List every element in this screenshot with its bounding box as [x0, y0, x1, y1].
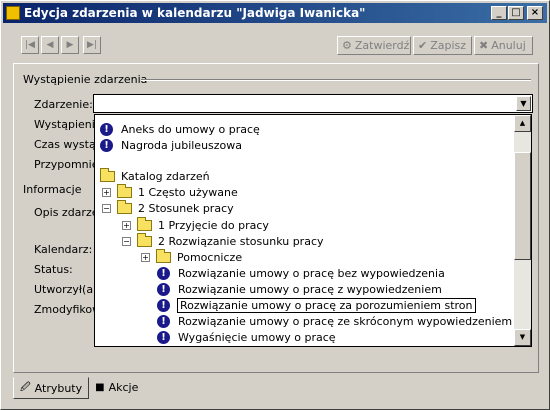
list-item[interactable]: ! Wygaśnięcie umowy o pracę: [157, 329, 336, 345]
event-label: Zdarzenie:: [34, 98, 93, 111]
time-label: Czas wystąp: [34, 138, 103, 151]
folder-icon: [117, 199, 132, 214]
list-item-label: Rozwiązanie umowy o pracę ze skróconym w…: [178, 314, 513, 328]
scroll-up-icon[interactable]: ▲: [514, 115, 531, 132]
list-item-label: Rozwiązanie umowy o pracę bez wypowiedze…: [178, 266, 445, 280]
window: Edycja zdarzenia w kalendarzu "Jadwiga I…: [0, 0, 550, 410]
list-item-label: Rozwiązanie umowy o pracę z wypowiedzeni…: [178, 282, 442, 296]
list-item-selected[interactable]: ! Rozwiązanie umowy o pracę za porozumie…: [157, 297, 476, 313]
check-icon: ✔: [418, 39, 428, 52]
list-item[interactable]: ! Aneks do umowy o pracę: [100, 121, 260, 137]
list-item-label: Rozwiązanie umowy o pracę za porozumieni…: [177, 297, 476, 313]
section-divider: [141, 79, 531, 81]
bottom-tabs: 🖉 Atrybuty ■ Akcje: [13, 377, 145, 399]
last-record-button[interactable]: ▶|: [83, 36, 101, 54]
tab-actions-label: Akcje: [108, 381, 139, 394]
tree-node-label: 1 Przyjęcie do pracy: [158, 218, 269, 232]
dropdown-scrollbar[interactable]: ▲ ▼: [514, 115, 531, 346]
list-item[interactable]: ! Rozwiązanie umowy o pracę z wypowiedze…: [157, 281, 442, 297]
scroll-down-icon[interactable]: ▼: [514, 329, 531, 346]
tree-node-label: Pomocnicze: [177, 250, 243, 264]
event-icon: !: [100, 122, 113, 136]
list-item-label: Wygaśnięcie umowy o pracę: [178, 330, 336, 344]
tab-attributes[interactable]: 🖉 Atrybuty: [13, 377, 90, 399]
minimize-button[interactable]: _: [491, 6, 507, 20]
list-item[interactable]: ! Nagroda jubileuszowa: [100, 137, 242, 153]
occurrence-label: Wystąpienie: [34, 118, 102, 131]
tree-node-helpers[interactable]: + Pomocnicze: [141, 248, 243, 265]
collapse-icon[interactable]: −: [102, 203, 111, 213]
prev-record-button[interactable]: ◀: [41, 36, 59, 54]
window-title: Edycja zdarzenia w kalendarzu "Jadwiga I…: [24, 6, 366, 20]
chevron-down-icon[interactable]: ▼: [516, 96, 531, 111]
tree-node-label: 2 Stosunek pracy: [138, 201, 234, 215]
event-icon: !: [100, 138, 113, 152]
tree-node-label: 2 Rozwiązanie stosunku pracy: [158, 234, 324, 248]
event-icon: !: [157, 266, 170, 280]
folder-icon: [117, 183, 132, 198]
event-dropdown-list[interactable]: ! Aneks do umowy o pracę ! Nagroda jubil…: [94, 114, 532, 347]
next-record-button[interactable]: ▶: [61, 36, 79, 54]
folder-icon: [156, 248, 171, 263]
event-icon: !: [157, 282, 170, 296]
close-button[interactable]: ×: [527, 6, 543, 20]
event-combo[interactable]: ▼: [93, 94, 533, 113]
section-info-title: Informacje: [23, 183, 82, 196]
tree-node-catalog[interactable]: Katalog zdarzeń: [100, 167, 210, 184]
event-icon: !: [157, 314, 170, 328]
tab-actions[interactable]: ■ Akcje: [89, 377, 145, 398]
first-record-button[interactable]: |◀: [21, 36, 39, 54]
expand-icon[interactable]: +: [102, 187, 111, 197]
confirm-icon: ⚙: [342, 39, 352, 52]
folder-icon: [137, 232, 152, 247]
tree-node-frequent[interactable]: + 1 Często używane: [102, 183, 238, 200]
tree-node-hiring[interactable]: + 1 Przyjęcie do pracy: [122, 216, 269, 233]
save-button[interactable]: ✔ Zapisz: [413, 36, 472, 55]
title-bar: Edycja zdarzenia w kalendarzu "Jadwiga I…: [3, 3, 547, 23]
confirm-button[interactable]: ⚙ Zatwierdź: [337, 36, 411, 55]
list-item[interactable]: ! Rozwiązanie umowy o pracę ze skróconym…: [157, 313, 512, 329]
tree-node-termination[interactable]: − 2 Rozwiązanie stosunku pracy: [122, 232, 324, 249]
event-icon: !: [157, 298, 170, 312]
cancel-label: Anuluj: [491, 39, 526, 52]
app-icon: [6, 6, 20, 20]
section-occurrence-title: Wystąpienie zdarzenia: [23, 73, 148, 86]
cancel-icon: ✖: [479, 39, 489, 52]
cancel-button[interactable]: ✖ Anuluj: [474, 36, 533, 55]
tree-node-label: Katalog zdarzeń: [121, 169, 210, 183]
save-label: Zapisz: [430, 39, 467, 52]
list-item[interactable]: ! Rozwiązanie umowy o pracę bez wypowied…: [157, 265, 445, 281]
folder-icon: [137, 216, 152, 231]
folder-icon: [100, 167, 115, 182]
event-icon: !: [157, 330, 170, 344]
maximize-button[interactable]: □: [508, 6, 524, 20]
list-item-label: Aneks do umowy o pracę: [121, 122, 260, 136]
tree-node-label: 1 Często używane: [138, 185, 238, 199]
collapse-icon[interactable]: −: [122, 236, 131, 246]
status-label: Status:: [34, 263, 73, 276]
list-item-label: Nagroda jubileuszowa: [121, 138, 243, 152]
calendar-label: Kalendarz:: [34, 243, 93, 256]
scroll-thumb[interactable]: [514, 152, 531, 260]
actions-icon: ■: [95, 382, 105, 393]
confirm-label: Zatwierdź: [354, 39, 410, 52]
tab-attributes-label: Atrybuty: [34, 381, 83, 395]
expand-icon[interactable]: +: [141, 252, 150, 262]
tree-node-employment[interactable]: − 2 Stosunek pracy: [102, 199, 234, 216]
expand-icon[interactable]: +: [122, 220, 131, 230]
attributes-icon: 🖉: [20, 381, 31, 393]
created-by-label: Utworzył(a):: [34, 283, 102, 296]
